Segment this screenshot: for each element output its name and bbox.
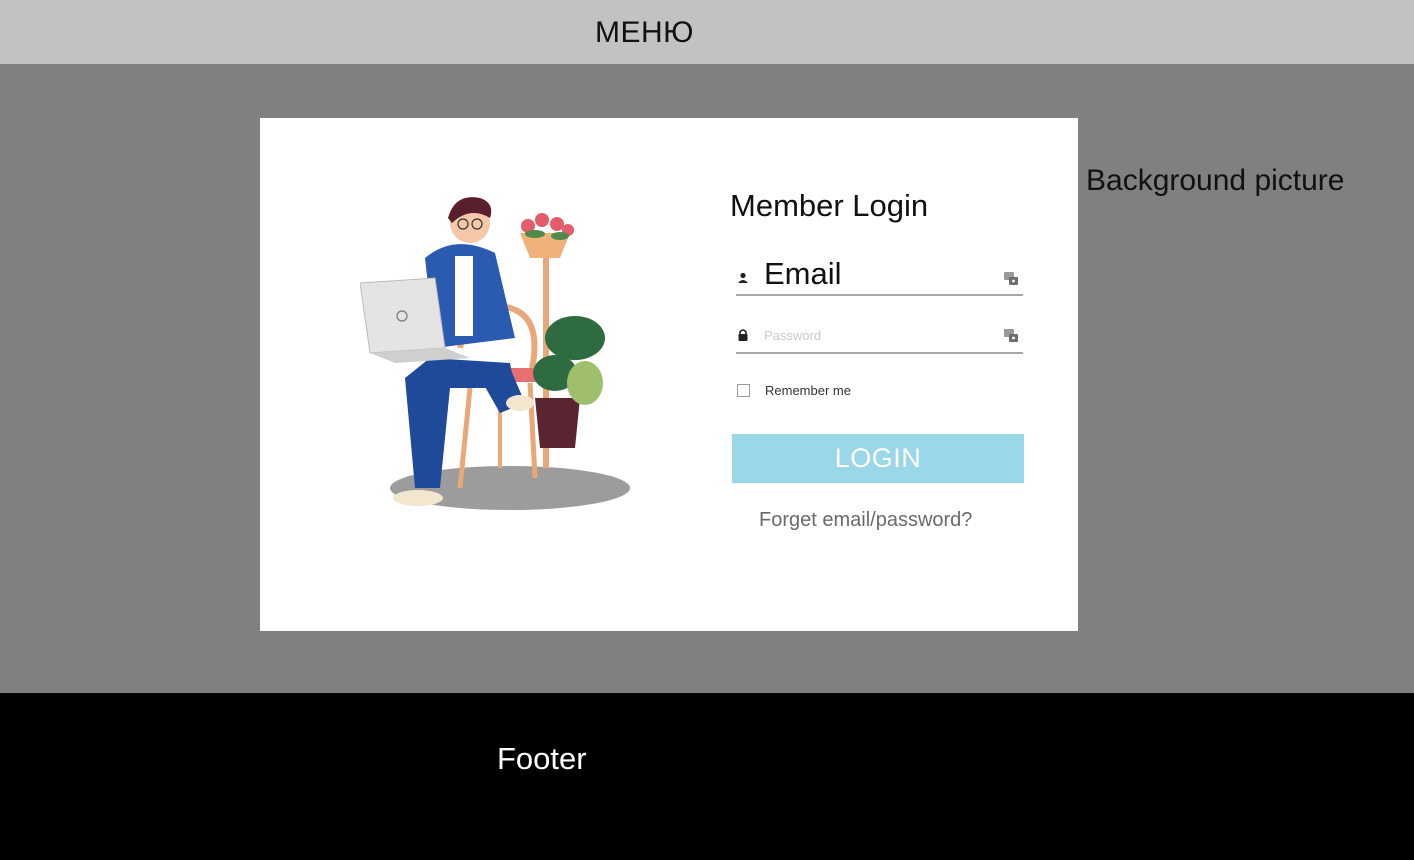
footer: Footer	[0, 693, 1414, 860]
lock-icon	[736, 328, 750, 342]
footer-label: Footer	[497, 741, 587, 776]
menu-bar: МЕНЮ	[0, 0, 1414, 64]
menu-label[interactable]: МЕНЮ	[595, 16, 694, 50]
email-input-value[interactable]: Email	[764, 256, 842, 292]
password-field[interactable]: Password	[736, 318, 1023, 354]
forgot-password-link[interactable]: Forget email/password?	[759, 509, 972, 532]
email-field[interactable]: Email	[736, 256, 1023, 296]
background-picture-label: Background picture	[1086, 164, 1345, 197]
key-icon[interactable]	[1003, 327, 1019, 343]
remember-me-label[interactable]: Remember me	[765, 383, 851, 398]
member-login-title: Member Login	[730, 188, 929, 223]
login-button[interactable]: LOGIN	[732, 434, 1024, 483]
login-card: Member Login Email Password Remember me …	[260, 118, 1078, 631]
user-icon	[736, 271, 750, 285]
key-icon[interactable]	[1003, 270, 1019, 286]
remember-me-checkbox[interactable]	[737, 384, 750, 397]
person-with-laptop-illustration	[359, 188, 650, 518]
password-input-placeholder[interactable]: Password	[764, 328, 821, 343]
